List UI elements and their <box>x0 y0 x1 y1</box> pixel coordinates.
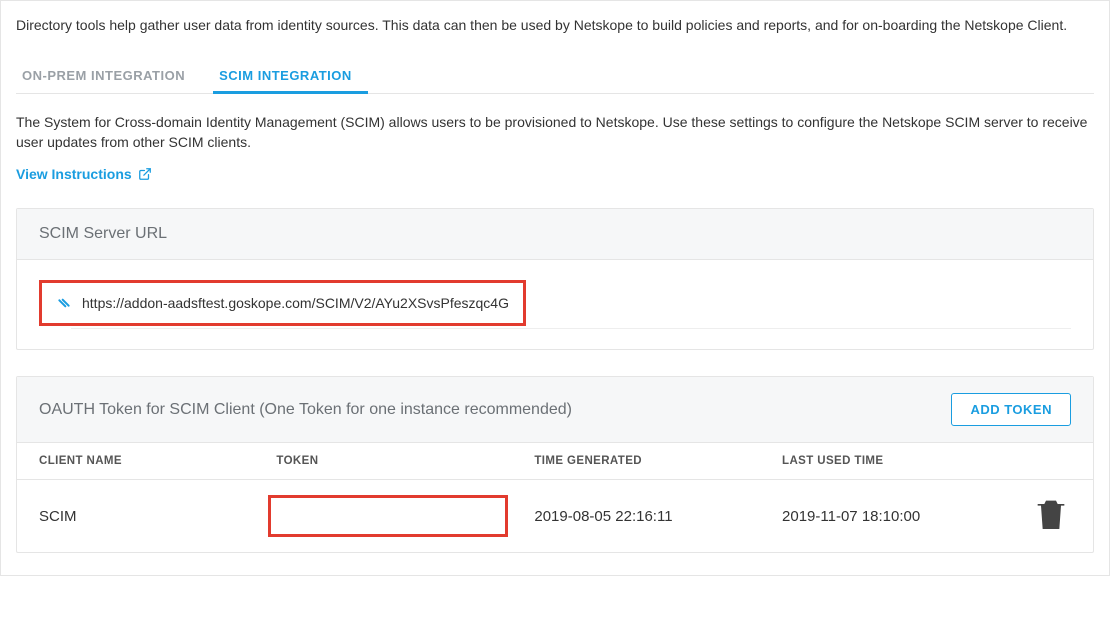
page-container: Directory tools help gather user data fr… <box>0 0 1110 576</box>
cell-token <box>276 495 534 537</box>
tab-onprem-integration[interactable]: ON-PREM INTEGRATION <box>16 58 201 93</box>
divider <box>71 328 1071 329</box>
oauth-token-card: OAUTH Token for SCIM Client (One Token f… <box>16 376 1094 553</box>
cell-last-used-time: 2019-11-07 18:10:00 <box>782 508 1031 525</box>
column-time-generated: TIME GENERATED <box>534 455 782 467</box>
column-client-name: CLIENT NAME <box>39 455 276 467</box>
tab-bar: ON-PREM INTEGRATION SCIM INTEGRATION <box>16 58 1094 94</box>
token-highlight <box>268 495 508 537</box>
tab-scim-integration[interactable]: SCIM INTEGRATION <box>213 58 368 93</box>
column-last-used-time: LAST USED TIME <box>782 455 1031 467</box>
column-token: TOKEN <box>276 455 534 467</box>
scim-server-url-card: SCIM Server URL https://addon-aadsftest.… <box>16 208 1094 350</box>
table-header-row: CLIENT NAME TOKEN TIME GENERATED LAST US… <box>17 443 1093 480</box>
cell-actions <box>1031 494 1071 538</box>
cell-client-name: SCIM <box>39 508 276 525</box>
scim-description: The System for Cross-domain Identity Man… <box>16 112 1094 153</box>
table-row: SCIM 2019-08-05 22:16:11 2019-11-07 18:1… <box>17 480 1093 552</box>
oauth-token-table: CLIENT NAME TOKEN TIME GENERATED LAST US… <box>17 443 1093 552</box>
delete-icon[interactable] <box>1031 521 1071 538</box>
column-actions <box>1031 455 1071 467</box>
oauth-token-title: OAUTH Token for SCIM Client (One Token f… <box>39 401 572 419</box>
scim-url-value[interactable]: https://addon-aadsftest.goskope.com/SCIM… <box>82 295 509 311</box>
view-instructions-label: View Instructions <box>16 166 132 182</box>
oauth-token-header: OAUTH Token for SCIM Client (One Token f… <box>17 377 1093 443</box>
view-instructions-link[interactable]: View Instructions <box>16 166 152 182</box>
scim-url-highlight: https://addon-aadsftest.goskope.com/SCIM… <box>39 280 526 326</box>
scim-server-url-header: SCIM Server URL <box>17 209 1093 260</box>
link-icon <box>56 295 72 311</box>
scim-server-url-title: SCIM Server URL <box>39 225 167 243</box>
intro-text: Directory tools help gather user data fr… <box>16 16 1094 36</box>
external-link-icon <box>138 167 152 181</box>
add-token-button[interactable]: ADD TOKEN <box>951 393 1071 426</box>
cell-time-generated: 2019-08-05 22:16:11 <box>534 508 782 525</box>
